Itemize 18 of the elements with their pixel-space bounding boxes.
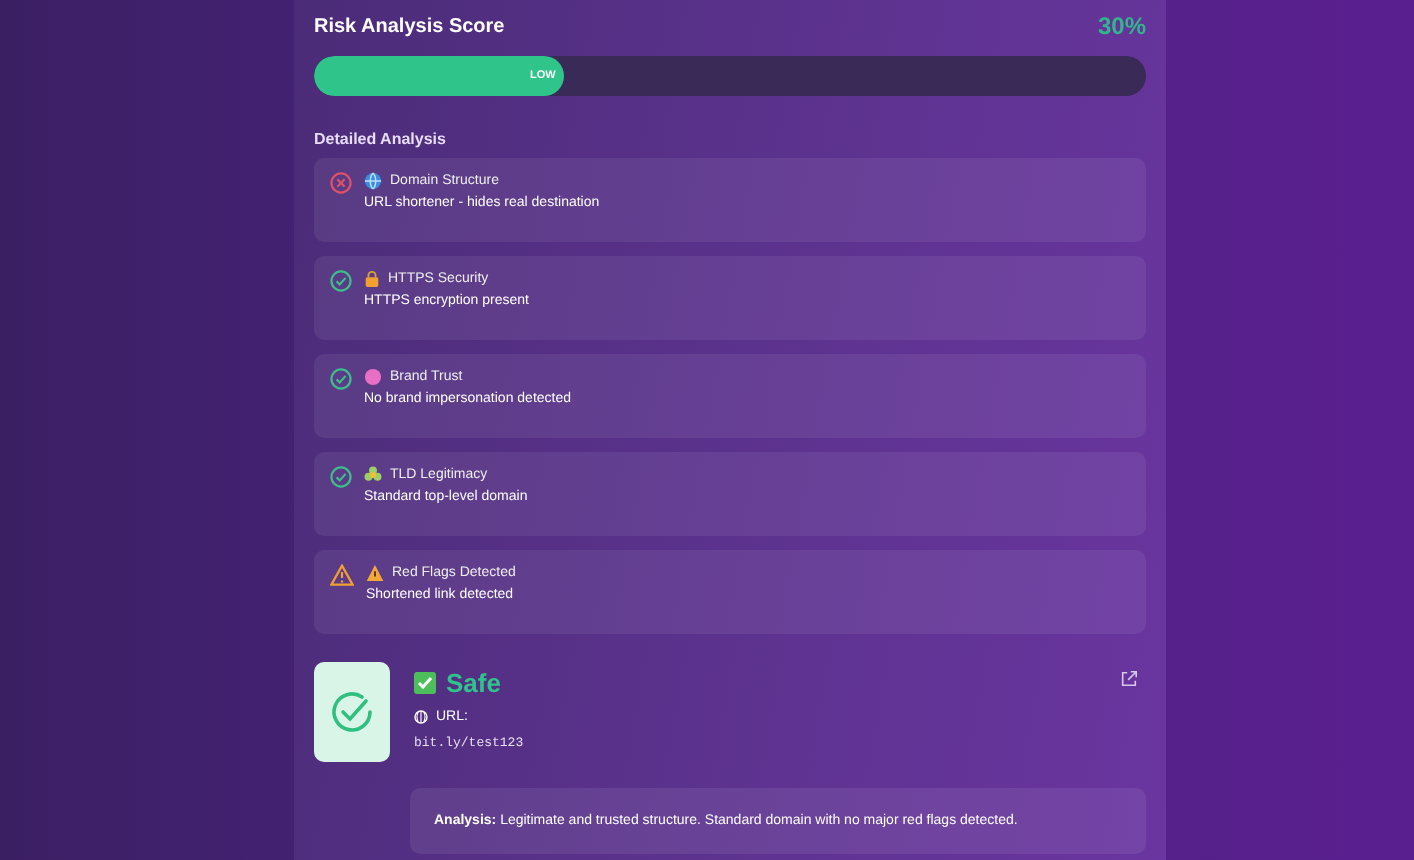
verdict-label: Safe <box>446 668 501 698</box>
lock-icon <box>364 270 380 288</box>
check-circle-icon <box>330 270 352 292</box>
error-icon <box>330 172 352 194</box>
check-circle-icon <box>330 466 352 488</box>
warning-icon <box>330 564 354 586</box>
warning-icon <box>366 564 384 582</box>
globe-icon <box>364 172 382 190</box>
checkbox-icon <box>414 672 436 694</box>
globe-icon <box>414 710 428 724</box>
check-badge-icon <box>314 662 390 762</box>
section-title: Risk Analysis Score <box>314 15 505 37</box>
dot-icon <box>364 368 382 386</box>
risk-score: 30% <box>1097 12 1146 40</box>
section-heading: Detailed Analysis <box>314 130 448 148</box>
check-circle-icon <box>330 368 352 390</box>
external-link-icon[interactable] <box>1120 670 1138 688</box>
flower-icon <box>364 466 382 484</box>
